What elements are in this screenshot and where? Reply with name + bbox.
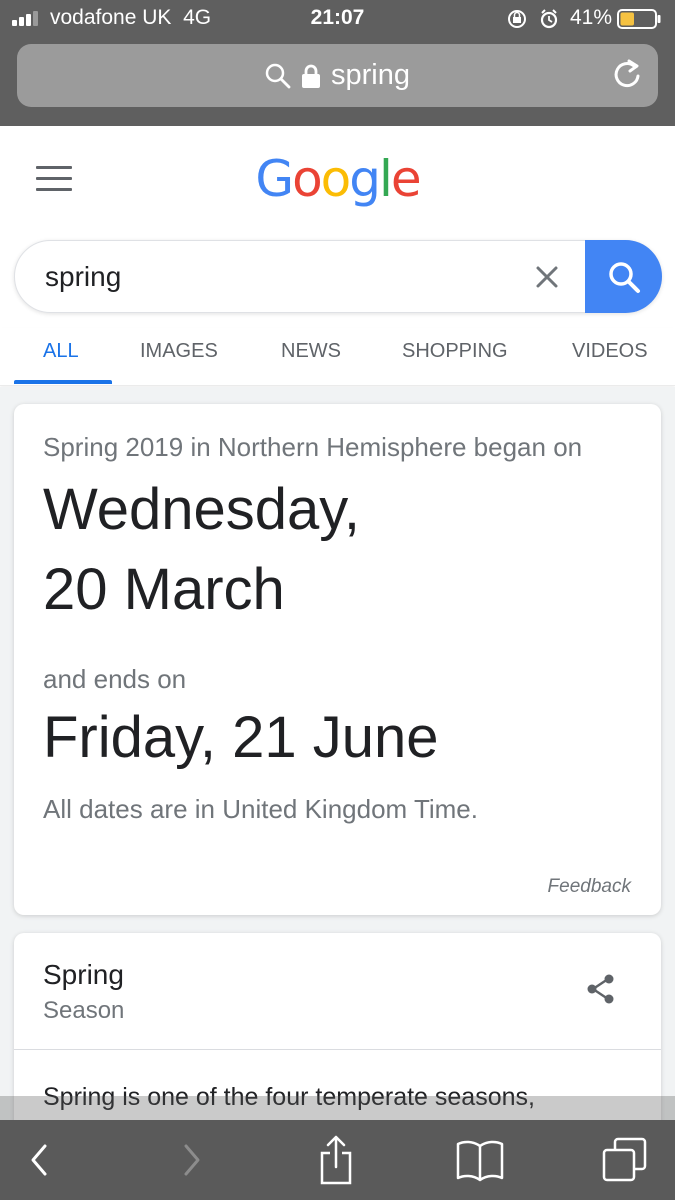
tabs-button[interactable] [598, 1134, 650, 1186]
back-button[interactable] [14, 1134, 66, 1186]
ends-label: and ends on [43, 664, 187, 694]
timezone-note: All dates are in United Kingdom Time. [43, 794, 478, 824]
alarm-icon [540, 9, 558, 29]
feedback-link[interactable]: Feedback [548, 876, 631, 898]
battery-percent: 41% [570, 6, 613, 29]
share-button[interactable] [310, 1134, 362, 1186]
close-icon[interactable] [533, 263, 561, 291]
tab-all[interactable]: ALL [43, 340, 79, 363]
browser-toolbar [0, 1120, 675, 1200]
answer-intro: Spring 2019 in Northern Hemisphere began… [43, 432, 583, 462]
start-date: 20 March [43, 557, 285, 622]
tab-videos[interactable]: VIDEOS [572, 340, 648, 363]
active-tab-indicator [14, 380, 112, 384]
address-bar[interactable]: spring [17, 44, 658, 107]
share-icon[interactable] [585, 973, 617, 1005]
bookmarks-book-icon [456, 1140, 504, 1182]
google-logo[interactable]: Google [0, 150, 675, 208]
google-header: Google [0, 126, 675, 236]
search-button[interactable] [585, 240, 662, 313]
knowledge-title[interactable]: Spring [43, 959, 124, 991]
knowledge-subtitle: Season [43, 997, 125, 1024]
forward-button[interactable] [165, 1134, 217, 1186]
divider [14, 1049, 661, 1050]
status-bar: vodafone UK 4G 21:07 41% [0, 0, 675, 38]
toolbar-overlay [0, 1096, 675, 1122]
address-url-text: spring [331, 59, 410, 91]
browser-chrome: vodafone UK 4G 21:07 41% spring [0, 0, 675, 126]
search-icon [265, 63, 291, 88]
tab-shopping[interactable]: SHOPPING [402, 340, 508, 363]
answer-card: Spring 2019 in Northern Hemisphere began… [14, 404, 661, 915]
lock-icon [302, 64, 320, 88]
share-upload-icon [320, 1135, 352, 1185]
search-tabs: ALL IMAGES NEWS SHOPPING VIDEOS [0, 328, 675, 386]
end-date: Friday, 21 June [43, 705, 439, 770]
rotation-lock-icon [508, 10, 526, 28]
battery-icon [617, 9, 661, 29]
tab-images[interactable]: IMAGES [140, 340, 218, 363]
search-icon [608, 261, 640, 293]
reload-icon[interactable] [612, 58, 644, 92]
bookmarks-button[interactable] [454, 1134, 506, 1186]
search-input[interactable] [45, 261, 515, 293]
tabs-icon [602, 1137, 647, 1182]
search-box [14, 240, 662, 313]
back-chevron-icon [31, 1144, 47, 1176]
tab-news[interactable]: NEWS [281, 340, 341, 363]
forward-chevron-icon [184, 1144, 200, 1176]
start-date-weekday: Wednesday, [43, 477, 361, 542]
